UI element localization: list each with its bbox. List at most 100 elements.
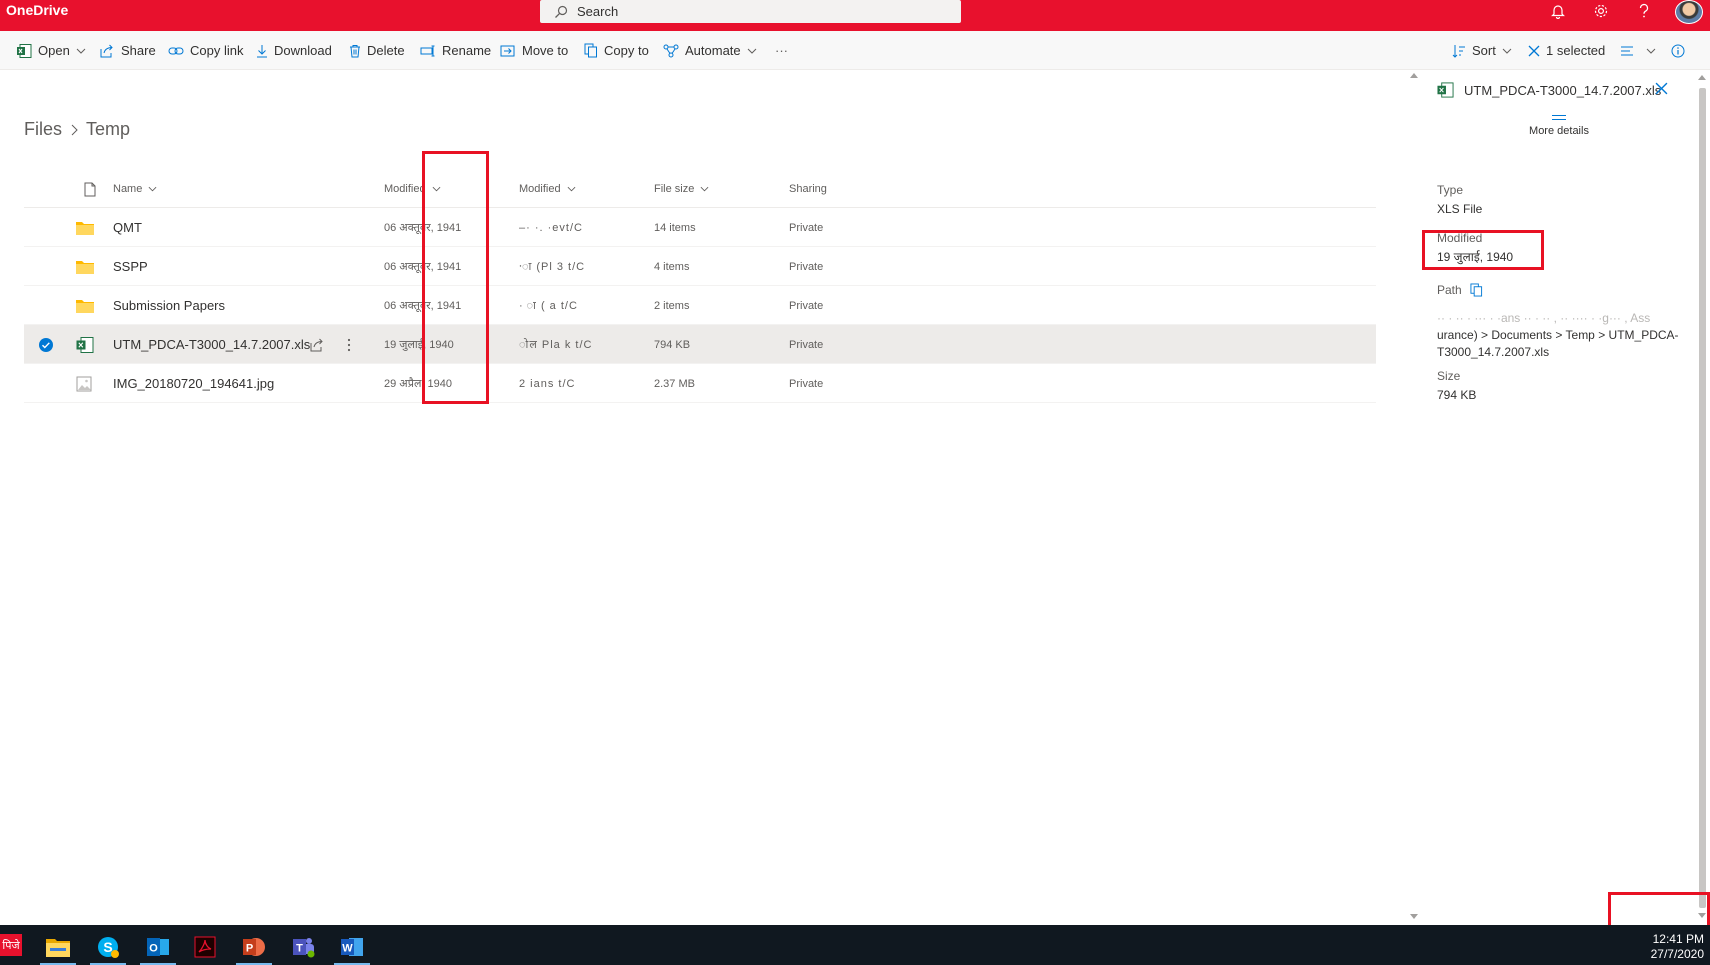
automate-button[interactable]: Automate — [663, 31, 757, 70]
start-button[interactable]: पिजे — [0, 934, 22, 956]
folder-icon — [76, 208, 94, 247]
move-to-button[interactable]: Move to — [500, 31, 568, 70]
scroll-up-icon — [1410, 73, 1418, 78]
excel-icon — [17, 43, 32, 58]
modified-by: ·ा (Pl 3 t/C — [519, 261, 586, 273]
download-button[interactable]: Download — [256, 31, 332, 70]
table-row[interactable]: SSPP 06 अक्तूबर, 1941 ·ा (Pl 3 t/C 4 ite… — [24, 247, 1376, 286]
rename-button[interactable]: Rename — [420, 31, 491, 70]
user-avatar[interactable] — [1675, 0, 1703, 24]
info-icon — [1671, 44, 1685, 57]
breadcrumb-files[interactable]: Files — [24, 119, 62, 140]
clear-selection-button[interactable]: 1 selected — [1528, 31, 1605, 70]
type-value: XLS File — [1437, 202, 1483, 216]
notifications-icon[interactable] — [1547, 0, 1569, 22]
share-button[interactable]: Share — [100, 31, 156, 70]
powerpoint-icon[interactable]: P — [232, 929, 276, 965]
table-row[interactable]: Submission Papers 06 अक्तूबर, 1941 · ा (… — [24, 286, 1376, 325]
sharing-status: Private — [789, 338, 824, 351]
app-title[interactable]: OneDrive — [6, 2, 68, 18]
scroll-up-icon — [1698, 75, 1706, 80]
skype-icon[interactable]: S — [86, 929, 130, 965]
file-type-header-icon[interactable] — [78, 182, 96, 197]
system-clock[interactable]: 12:41 PM 27/7/2020 — [1610, 932, 1704, 962]
trash-icon — [350, 44, 360, 57]
file-name[interactable]: QMT — [113, 208, 142, 247]
column-header-sharing[interactable]: Sharing — [789, 183, 827, 195]
chevron-down-icon — [747, 48, 757, 54]
windows-taskbar: पिजे S O P T W 12:41 PM 27/7/2020 — [0, 925, 1710, 965]
close-details-icon[interactable] — [1655, 82, 1668, 100]
table-row[interactable]: IMG_20180720_194641.jpg 29 अप्रैल, 1940 … — [24, 364, 1376, 403]
file-name[interactable]: Submission Papers — [113, 286, 225, 325]
scroll-thumb[interactable] — [1699, 88, 1706, 908]
rename-icon — [420, 45, 435, 56]
search-placeholder: Search — [577, 4, 619, 19]
svg-text:W: W — [342, 943, 353, 955]
file-size: 14 items — [654, 221, 696, 234]
copy-link-button[interactable]: Copy link — [168, 31, 243, 70]
folder-icon — [76, 286, 94, 325]
size-value: 794 KB — [1437, 388, 1477, 402]
word-icon[interactable]: W — [330, 929, 374, 965]
highlight-modified-column — [422, 151, 489, 404]
settings-gear-icon[interactable] — [1590, 0, 1612, 22]
file-size: 2 items — [654, 299, 690, 312]
more-details-button[interactable]: More details — [1423, 115, 1695, 137]
teams-icon[interactable]: T — [282, 929, 326, 965]
scroll-down-icon — [1410, 914, 1418, 919]
modified-by: –· ·. ·evt/C — [519, 221, 583, 234]
copy-to-button[interactable]: Copy to — [584, 31, 649, 70]
modified-by: · ा ( a t/C — [519, 300, 578, 312]
file-name[interactable]: SSPP — [113, 247, 148, 286]
file-size: 4 items — [654, 260, 690, 273]
path-value: ·· · ·· · ··· · ·ans ·· · ·· , ·· ···· ·… — [1437, 310, 1679, 361]
clock-time: 12:41 PM — [1652, 932, 1704, 946]
breadcrumb: Files Temp — [24, 119, 130, 140]
path-label-row: Path — [1437, 283, 1483, 297]
column-header-name[interactable]: Name — [113, 183, 157, 195]
path-text[interactable]: urance) > Documents > Temp > UTM_PDCA-T3… — [1437, 327, 1679, 361]
open-button[interactable]: Open — [16, 31, 86, 70]
clock-date: 27/7/2020 — [1650, 947, 1704, 961]
path-label: Path — [1437, 283, 1462, 297]
list-view-icon — [1621, 46, 1633, 55]
modified-by: ोल Pla k t/C — [519, 339, 593, 351]
details-scrollbar[interactable] — [1695, 70, 1710, 925]
sort-button[interactable]: Sort — [1452, 31, 1512, 70]
svg-text:P: P — [246, 943, 253, 955]
checkmark-circle-icon[interactable] — [38, 325, 54, 364]
more-actions-button[interactable]: ··· — [775, 31, 788, 70]
flow-icon — [663, 44, 679, 57]
copy-path-icon[interactable] — [1470, 283, 1483, 297]
share-icon[interactable] — [310, 325, 325, 364]
excel-file-icon — [76, 325, 94, 364]
sort-icon — [1452, 44, 1465, 58]
acrobat-icon[interactable] — [183, 929, 227, 965]
size-label: Size — [1437, 369, 1461, 383]
image-file-icon — [76, 364, 92, 403]
outlook-icon[interactable]: O — [136, 929, 180, 965]
share-icon — [100, 44, 113, 57]
table-row[interactable]: QMT 06 अक्तूबर, 1941 –· ·. ·evt/C 14 ite… — [24, 208, 1376, 247]
sharing-status: Private — [789, 299, 824, 312]
file-name[interactable]: UTM_PDCA-T3000_14.7.2007.xls — [113, 325, 310, 364]
column-header-modified-by[interactable]: Modified — [519, 183, 576, 195]
sharing-status: Private — [789, 221, 824, 234]
svg-text:O: O — [149, 943, 158, 955]
column-header-file-size[interactable]: File size — [654, 183, 709, 195]
file-name[interactable]: IMG_20180720_194641.jpg — [113, 364, 274, 403]
delete-button[interactable]: Delete — [349, 31, 405, 70]
file-explorer-icon[interactable] — [36, 929, 80, 965]
search-box[interactable]: Search — [540, 0, 961, 23]
info-pane-button[interactable] — [1671, 31, 1691, 70]
close-icon — [1528, 45, 1540, 56]
help-icon[interactable] — [1633, 0, 1655, 22]
main-scrollbar[interactable] — [1407, 70, 1421, 925]
file-list-header: Name Modified Modified File size Sharing — [24, 174, 1376, 208]
more-vertical-icon[interactable] — [347, 325, 351, 364]
table-row-selected[interactable]: UTM_PDCA-T3000_14.7.2007.xls 19 जुलाई, 1… — [24, 325, 1376, 364]
view-options-button[interactable] — [1620, 31, 1656, 70]
breadcrumb-temp[interactable]: Temp — [86, 119, 130, 140]
copy-icon — [584, 43, 597, 58]
